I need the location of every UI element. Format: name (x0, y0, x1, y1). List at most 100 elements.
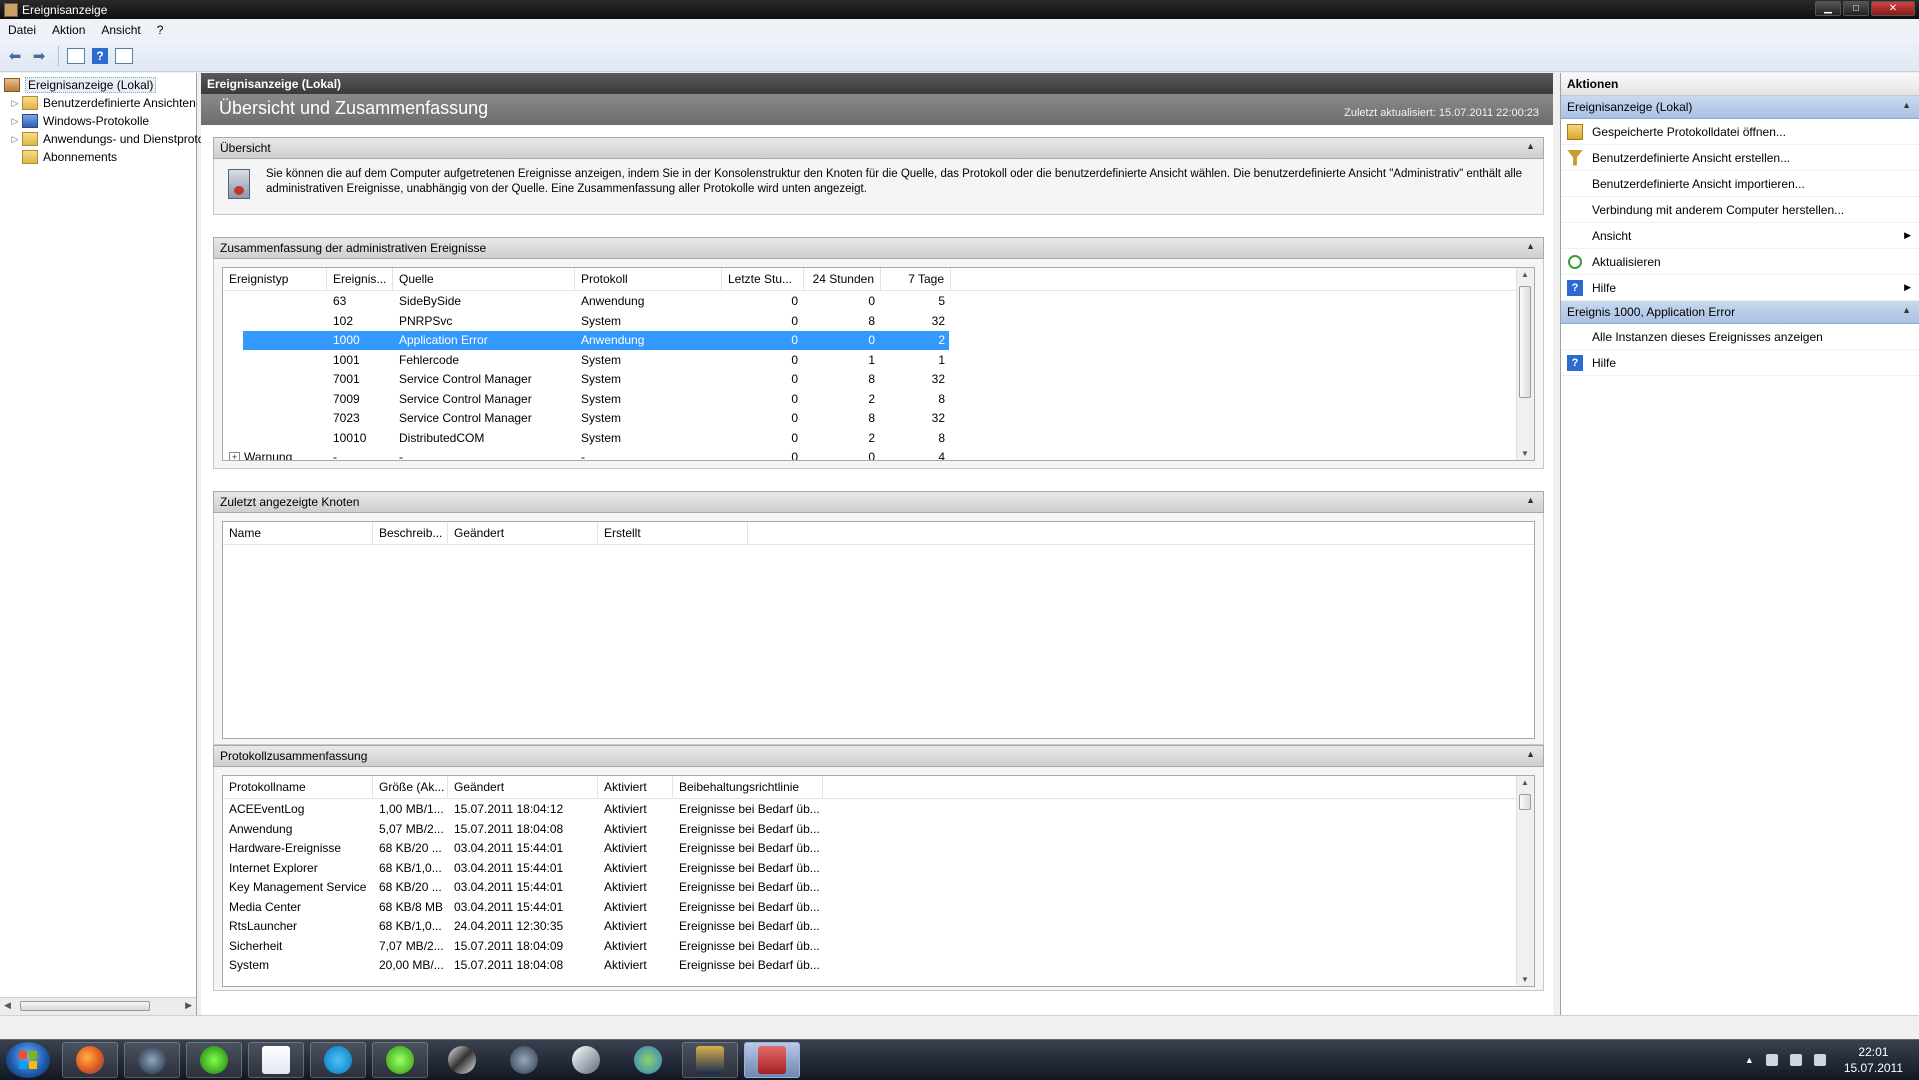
table-row[interactable]: RtsLauncher 68 KB/1,0... 24.04.2011 12:30:… (223, 917, 1534, 936)
action-item[interactable]: ? Hilfe (1561, 350, 1919, 376)
collapse-icon[interactable]: ▲ (1526, 241, 1535, 251)
column-header[interactable]: 7 Tage (881, 268, 951, 290)
action-group-header[interactable]: Ereignis 1000, Application Error ▲ (1561, 301, 1919, 324)
table-row[interactable]: System 20,00 MB/... 15.07.2011 18:04:08 Akt… (223, 956, 1534, 975)
table-row[interactable]: Anwendung 5,07 MB/2... 15.07.2011 18:04:08… (223, 820, 1534, 839)
column-header[interactable]: Aktiviert (598, 776, 673, 798)
collapse-icon[interactable]: ▲ (1902, 305, 1911, 315)
table-row[interactable]: 63 SideBySide Anwendung 0 0 5 (223, 292, 1534, 311)
menu-ansicht[interactable]: Ansicht (93, 23, 148, 37)
minimize-button[interactable]: ▁ (1815, 1, 1841, 16)
taskbar-button[interactable] (248, 1042, 304, 1078)
volume-icon[interactable] (1813, 1054, 1826, 1066)
show-hide-action-pane-icon[interactable] (113, 46, 135, 66)
expand-plus-icon[interactable]: + (229, 452, 240, 460)
clock[interactable]: 22:01 15.07.2011 (1844, 1044, 1903, 1076)
action-item[interactable]: Benutzerdefinierte Ansicht erstellen... (1561, 145, 1919, 171)
scroll-left-icon[interactable]: ◀ (4, 1000, 11, 1011)
action-item[interactable]: ? Hilfe ▶ (1561, 275, 1919, 301)
table-row[interactable]: 7009 Service Control Manager System 0 2 8 (223, 390, 1534, 409)
taskbar-button[interactable] (682, 1042, 738, 1078)
column-header[interactable]: Beibehaltungsrichtlinie (673, 776, 823, 798)
table-row[interactable]: Sicherheit 7,07 MB/2... 15.07.2011 18:04:0… (223, 937, 1534, 956)
expand-arrow-icon[interactable]: ▷ (10, 134, 20, 145)
log-summary-section-header[interactable]: Protokollzusammenfassung ▲ (213, 745, 1544, 767)
recent-nodes-section-header[interactable]: Zuletzt angezeigte Knoten ▲ (213, 491, 1544, 513)
taskbar-button[interactable] (620, 1042, 676, 1078)
taskbar-button[interactable] (124, 1042, 180, 1078)
action-item[interactable]: Benutzerdefinierte Ansicht importieren..… (1561, 171, 1919, 197)
start-orb[interactable] (6, 1042, 50, 1078)
taskbar-button[interactable] (558, 1042, 614, 1078)
taskbar-button[interactable] (744, 1042, 800, 1078)
tree-item-custom-views[interactable]: ▷ Benutzerdefinierte Ansichten (10, 94, 196, 112)
column-header[interactable]: Letzte Stu... (722, 268, 804, 290)
collapse-icon[interactable]: ▲ (1526, 495, 1535, 505)
scroll-down-icon[interactable]: ▼ (1521, 975, 1529, 984)
taskbar-button[interactable] (434, 1042, 490, 1078)
tree-item-app-service-logs[interactable]: ▷ Anwendungs- und Dienstprotokolle (10, 130, 229, 148)
table-row[interactable]: Hardware-Ereignisse 68 KB/20 ... 03.04.201… (223, 839, 1534, 858)
table-row[interactable]: 10010 DistributedCOM System 0 2 8 (223, 429, 1534, 448)
show-hidden-icons-icon[interactable]: ▲ (1745, 1055, 1754, 1065)
column-header[interactable]: Beschreib... (373, 522, 448, 544)
log-summary-vertical-scrollbar[interactable]: ▲ ▼ (1516, 776, 1534, 986)
column-header[interactable]: Name (223, 522, 373, 544)
taskbar-button[interactable] (496, 1042, 552, 1078)
back-arrow-icon[interactable]: ⬅ (4, 46, 26, 66)
column-header[interactable]: Geändert (448, 776, 598, 798)
network-icon[interactable] (1789, 1054, 1802, 1066)
table-row[interactable]: 7023 Service Control Manager System 0 8 32 (223, 409, 1534, 428)
action-group-header[interactable]: Ereignisanzeige (Lokal) ▲ (1561, 96, 1919, 119)
scrollbar-thumb[interactable] (20, 1001, 150, 1011)
table-row[interactable]: 1000 Application Error Anwendung 0 0 2 (223, 331, 1534, 350)
column-header[interactable]: Geändert (448, 522, 598, 544)
column-header[interactable]: 24 Stunden (804, 268, 881, 290)
action-item[interactable]: Gespeicherte Protokolldatei öffnen... (1561, 119, 1919, 145)
collapse-icon[interactable]: ▲ (1526, 749, 1535, 759)
expand-arrow-icon[interactable]: ▷ (10, 98, 20, 109)
table-row[interactable]: Key Management Service 68 KB/20 ... 03.04.… (223, 878, 1534, 897)
tree-horizontal-scrollbar[interactable]: ◀ ▶ (0, 997, 196, 1015)
column-header[interactable]: Größe (Ak... (373, 776, 448, 798)
table-row[interactable]: 7001 Service Control Manager System 0 8 32 (223, 370, 1534, 389)
action-item[interactable]: Verbindung mit anderem Computer herstell… (1561, 197, 1919, 223)
expand-arrow-icon[interactable]: ▷ (10, 116, 20, 127)
admin-events-section-header[interactable]: Zusammenfassung der administrativen Erei… (213, 237, 1544, 259)
collapse-icon[interactable]: ▲ (1526, 141, 1535, 151)
tree-item-event-viewer-local[interactable]: Ereignisanzeige (Lokal) (4, 76, 157, 94)
column-header[interactable]: Ereignis... (327, 268, 393, 290)
tree-item-subscriptions[interactable]: Abonnements (22, 148, 117, 166)
scroll-up-icon[interactable]: ▲ (1521, 778, 1529, 787)
admin-events-vertical-scrollbar[interactable]: ▲ ▼ (1516, 268, 1534, 460)
scroll-right-icon[interactable]: ▶ (185, 1000, 192, 1011)
table-row[interactable]: 102 PNRPSvc System 0 8 32 (223, 312, 1534, 331)
taskbar-button[interactable] (310, 1042, 366, 1078)
menu-datei[interactable]: Datei (0, 23, 44, 37)
column-header[interactable]: Ereignistyp (223, 268, 327, 290)
action-center-flag-icon[interactable] (1765, 1054, 1778, 1066)
forward-arrow-icon[interactable]: ➡ (28, 46, 50, 66)
column-header[interactable]: Quelle (393, 268, 575, 290)
taskbar-button[interactable] (186, 1042, 242, 1078)
table-row[interactable]: + Warnung - - - 0 0 4 (223, 448, 1534, 460)
close-button[interactable]: ✕ (1871, 1, 1915, 16)
maximize-button[interactable]: □ (1843, 1, 1869, 16)
scrollbar-thumb[interactable] (1519, 286, 1531, 398)
scroll-down-icon[interactable]: ▼ (1521, 449, 1529, 458)
table-row[interactable]: ACEEventLog 1,00 MB/1... 15.07.2011 18:04:… (223, 800, 1534, 819)
action-item[interactable]: Aktualisieren (1561, 249, 1919, 275)
scroll-up-icon[interactable]: ▲ (1521, 270, 1529, 279)
show-hide-tree-icon[interactable] (65, 46, 87, 66)
action-item[interactable]: Ansicht ▶ (1561, 223, 1919, 249)
table-row[interactable]: Internet Explorer 68 KB/1,0... 03.04.2011 … (223, 859, 1534, 878)
table-row[interactable]: Media Center 68 KB/8 MB 03.04.2011 15:44:0… (223, 898, 1534, 917)
taskbar-button[interactable] (372, 1042, 428, 1078)
column-header[interactable]: Erstellt (598, 522, 748, 544)
menu-help[interactable]: ? (149, 23, 172, 37)
scrollbar-thumb[interactable] (1519, 794, 1531, 810)
menu-aktion[interactable]: Aktion (44, 23, 93, 37)
collapse-icon[interactable]: ▲ (1902, 100, 1911, 110)
column-header[interactable]: Protokoll (575, 268, 722, 290)
action-item[interactable]: Alle Instanzen dieses Ereignisses anzeig… (1561, 324, 1919, 350)
